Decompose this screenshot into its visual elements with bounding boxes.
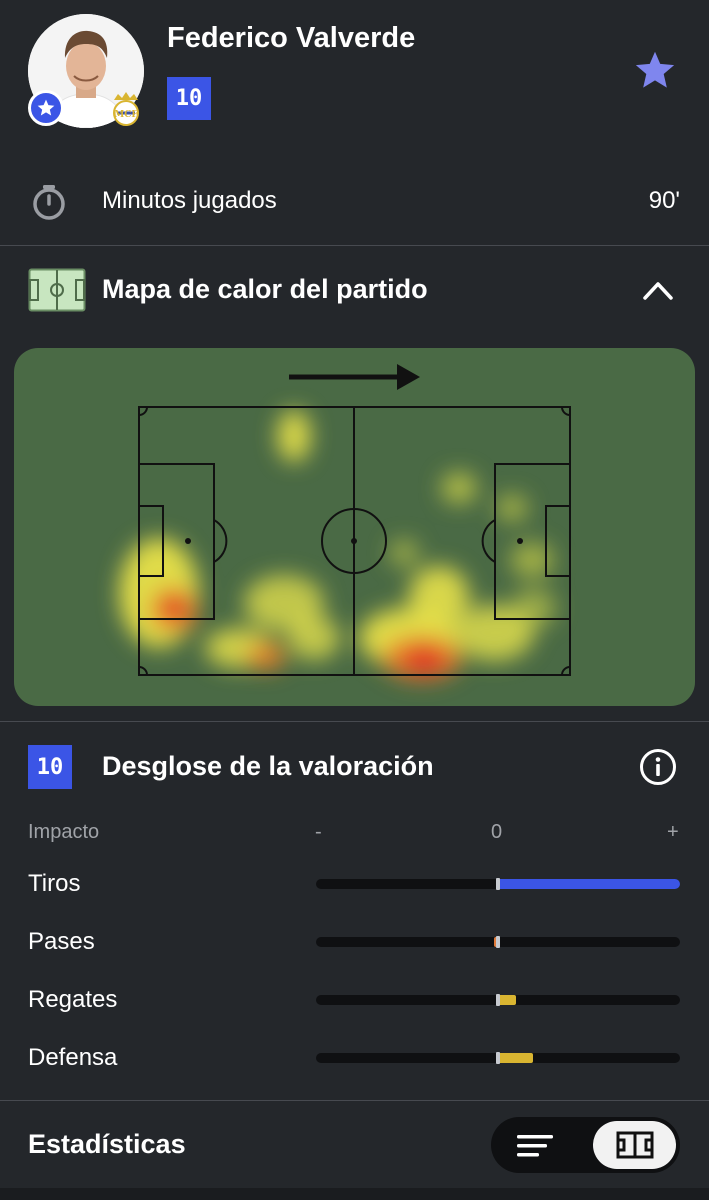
metric-label: Regates (28, 986, 118, 1013)
impact-bar-fill (498, 1053, 533, 1063)
star-icon (635, 51, 675, 88)
info-icon[interactable] (638, 747, 678, 787)
divider (0, 1100, 709, 1101)
favorite-badge-icon (28, 90, 64, 126)
impact-scale-minus: - (315, 821, 322, 843)
metric-label: Tiros (28, 870, 81, 897)
impact-bar-track (316, 878, 680, 890)
pitch-icon (28, 268, 86, 312)
rating-breakdown-title: Desglose de la valoración (102, 751, 434, 781)
bottom-bar (0, 1188, 709, 1200)
impact-bar-fill (498, 995, 517, 1005)
pitch-view-button[interactable] (593, 1121, 676, 1169)
attack-direction-arrow-icon (289, 364, 420, 390)
player-name: Federico Valverde (167, 22, 416, 54)
divider (0, 721, 709, 722)
zero-tick (496, 1052, 500, 1064)
impact-bar-track (316, 936, 680, 948)
impact-bar-track (316, 994, 680, 1006)
divider (0, 245, 709, 246)
svg-text:MCF: MCF (114, 110, 138, 120)
stopwatch-icon (30, 183, 68, 221)
impact-bar-track (316, 1052, 680, 1064)
list-view-button[interactable] (515, 1127, 555, 1163)
metric-label: Pases (28, 928, 95, 955)
breakdown-rating-badge: 10 (28, 745, 72, 789)
follow-star-button[interactable] (634, 50, 676, 90)
minutes-played-label: Minutos jugados (102, 187, 277, 214)
zero-tick (496, 994, 500, 1006)
pitch-spots (185, 538, 523, 544)
heatmap-density (119, 410, 556, 680)
impact-scale-label: Impacto (28, 821, 100, 843)
real-madrid-crest-icon: MCF (108, 90, 144, 128)
impact-scale-zero: 0 (491, 821, 503, 843)
impact-bar-fill (498, 879, 680, 889)
impact-scale-plus: + (667, 821, 679, 843)
stats-view-toggle[interactable] (491, 1117, 680, 1173)
zero-tick (496, 936, 500, 948)
pitch-view-icon (616, 1131, 653, 1159)
statistics-title: Estadísticas (28, 1129, 186, 1159)
player-rating-badge: 10 (167, 77, 211, 120)
heatmap-panel (14, 348, 695, 706)
collapse-chevron-up-icon[interactable] (637, 272, 679, 308)
zero-tick (496, 878, 500, 890)
metric-label: Defensa (28, 1044, 118, 1071)
list-icon (517, 1135, 553, 1157)
minutes-played-value: 90' (648, 187, 680, 214)
heatmap-title: Mapa de calor del partido (102, 274, 428, 304)
